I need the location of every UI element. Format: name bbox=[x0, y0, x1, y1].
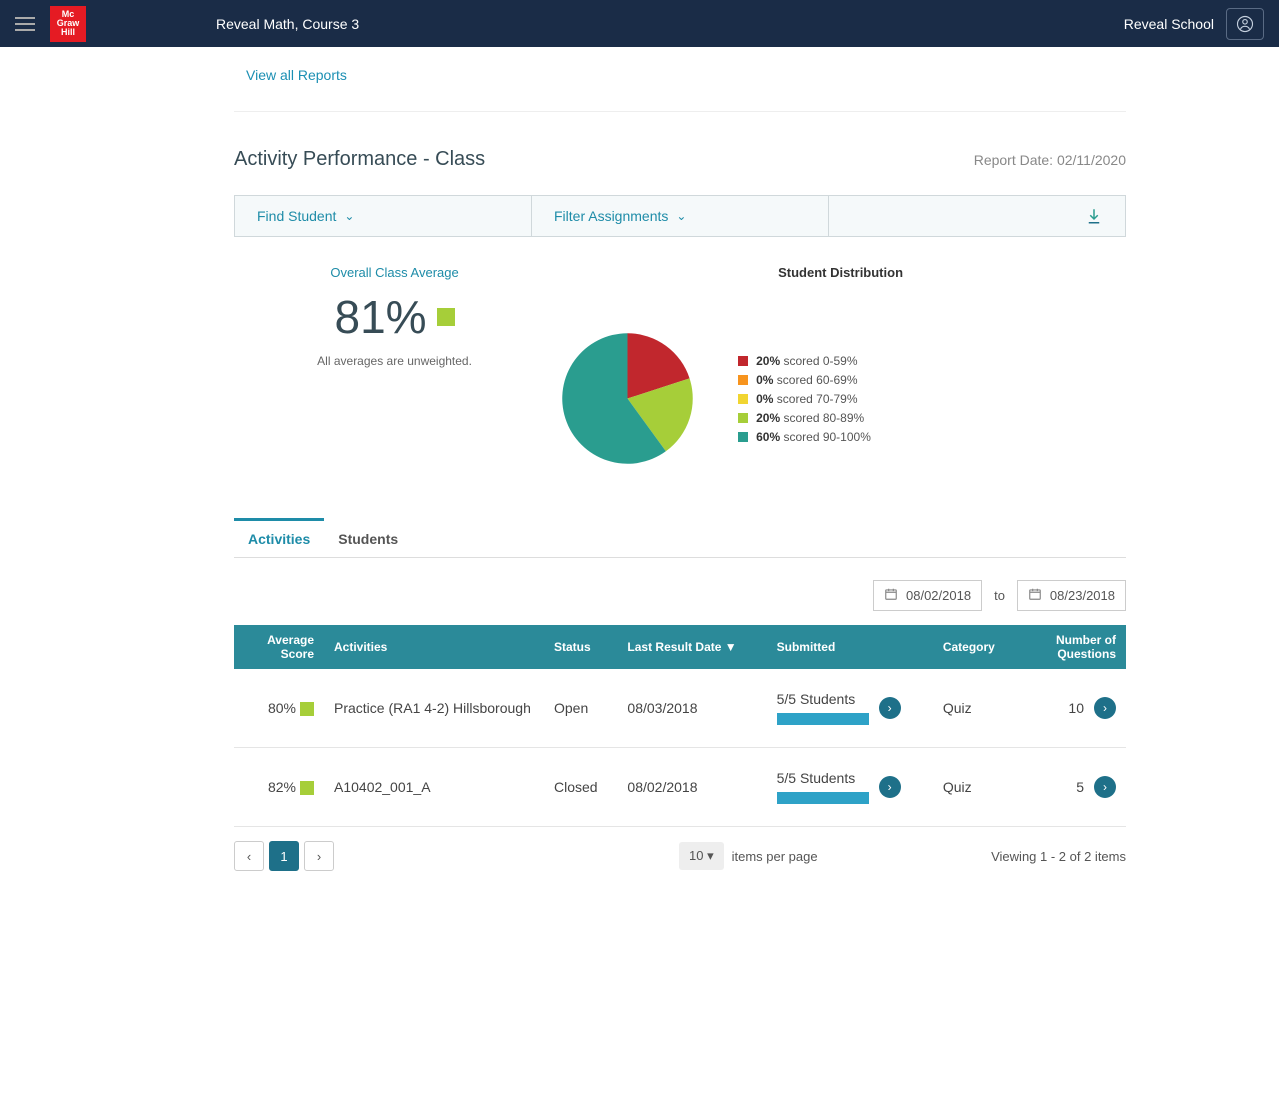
find-student-label: Find Student bbox=[257, 208, 336, 224]
date-from-input[interactable]: 08/02/2018 bbox=[873, 580, 982, 611]
avg-value: 81% bbox=[335, 290, 427, 344]
legend-item: 60% scored 90-100% bbox=[738, 430, 871, 444]
divider bbox=[234, 111, 1126, 112]
chevron-down-icon: ⌄ bbox=[344, 209, 354, 223]
find-student-dropdown[interactable]: Find Student ⌄ bbox=[235, 196, 532, 236]
score-color-square bbox=[300, 781, 314, 795]
col-last-result[interactable]: Last Result Date ▼ bbox=[617, 625, 766, 669]
col-avg-score[interactable]: Average Score bbox=[234, 625, 324, 669]
col-num-questions[interactable]: Number of Questions bbox=[1016, 625, 1126, 669]
cell-submitted: 5/5 Students › bbox=[767, 748, 933, 827]
items-per-page-label: items per page bbox=[732, 849, 818, 864]
cell-category: Quiz bbox=[933, 669, 1016, 748]
cell-score: 80% bbox=[234, 669, 324, 748]
menu-icon[interactable] bbox=[15, 17, 35, 31]
distribution-block: Student Distribution 20% scored 0-59% 0% … bbox=[555, 265, 1126, 471]
filter-assignments-dropdown[interactable]: Filter Assignments ⌄ bbox=[532, 196, 829, 236]
legend-text: 0% scored 60-69% bbox=[756, 373, 857, 387]
legend-color-square bbox=[738, 375, 748, 385]
legend-item: 20% scored 0-59% bbox=[738, 354, 871, 368]
legend-item: 0% scored 70-79% bbox=[738, 392, 871, 406]
legend-text: 20% scored 0-59% bbox=[756, 354, 857, 368]
legend-color-square bbox=[738, 432, 748, 442]
table-row: 80% Practice (RA1 4-2) Hillsborough Open… bbox=[234, 669, 1126, 748]
tab-activities[interactable]: Activities bbox=[234, 518, 324, 557]
calendar-icon bbox=[1028, 587, 1042, 604]
cell-status: Closed bbox=[544, 748, 617, 827]
col-category[interactable]: Category bbox=[933, 625, 1016, 669]
score-color-square bbox=[300, 702, 314, 716]
legend-text: 20% scored 80-89% bbox=[756, 411, 864, 425]
cell-questions: 5› bbox=[1016, 748, 1126, 827]
school-name: Reveal School bbox=[1124, 16, 1214, 32]
download-icon bbox=[1085, 207, 1103, 225]
calendar-icon bbox=[884, 587, 898, 604]
cell-date: 08/03/2018 bbox=[617, 669, 766, 748]
avg-note: All averages are unweighted. bbox=[234, 354, 555, 368]
main-content: View all Reports Activity Performance - … bbox=[220, 47, 1140, 911]
submitted-bar bbox=[777, 713, 869, 725]
legend-color-square bbox=[738, 356, 748, 366]
logo-text: Hill bbox=[61, 28, 75, 37]
page-1-button[interactable]: 1 bbox=[269, 841, 299, 871]
legend-color-square bbox=[738, 413, 748, 423]
avg-color-square bbox=[437, 308, 455, 326]
summary-section: Overall Class Average 81% All averages a… bbox=[234, 265, 1126, 471]
date-to-label: to bbox=[994, 588, 1005, 603]
date-range-row: 08/02/2018 to 08/23/2018 bbox=[234, 580, 1126, 611]
col-status[interactable]: Status bbox=[544, 625, 617, 669]
submitted-bar bbox=[777, 792, 869, 804]
download-button[interactable] bbox=[829, 196, 1125, 236]
cell-date: 08/02/2018 bbox=[617, 748, 766, 827]
user-menu-button[interactable] bbox=[1226, 8, 1264, 40]
col-activities[interactable]: Activities bbox=[324, 625, 544, 669]
cell-questions: 10› bbox=[1016, 669, 1126, 748]
view-all-reports-link[interactable]: View all Reports bbox=[246, 67, 347, 83]
viewing-text: Viewing 1 - 2 of 2 items bbox=[991, 849, 1126, 864]
cell-activity[interactable]: A10402_001_A bbox=[324, 748, 544, 827]
legend-item: 0% scored 60-69% bbox=[738, 373, 871, 387]
chart-legend: 20% scored 0-59% 0% scored 60-69% 0% score… bbox=[738, 349, 871, 449]
col-submitted[interactable]: Submitted bbox=[767, 625, 933, 669]
legend-color-square bbox=[738, 394, 748, 404]
pagination: ‹ 1 › 10 ▾ items per page Viewing 1 - 2 … bbox=[234, 841, 1126, 871]
course-title: Reveal Math, Course 3 bbox=[216, 16, 359, 32]
mcgrawhill-logo[interactable]: Mc Graw Hill bbox=[50, 6, 86, 42]
legend-text: 0% scored 70-79% bbox=[756, 392, 857, 406]
cell-score: 82% bbox=[234, 748, 324, 827]
row-detail-button[interactable]: › bbox=[1094, 697, 1116, 719]
cell-activity[interactable]: Practice (RA1 4-2) Hillsborough bbox=[324, 669, 544, 748]
filter-bar: Find Student ⌄ Filter Assignments ⌄ bbox=[234, 195, 1126, 237]
chevron-down-icon: ⌄ bbox=[676, 209, 686, 223]
legend-item: 20% scored 80-89% bbox=[738, 411, 871, 425]
date-to-value: 08/23/2018 bbox=[1050, 588, 1115, 603]
cell-status: Open bbox=[544, 669, 617, 748]
items-per-page-select[interactable]: 10 ▾ bbox=[679, 842, 724, 870]
report-date: Report Date: 02/11/2020 bbox=[974, 152, 1126, 168]
date-to-input[interactable]: 08/23/2018 bbox=[1017, 580, 1126, 611]
page-title: Activity Performance - Class bbox=[234, 148, 485, 171]
pie-chart bbox=[555, 326, 700, 471]
legend-text: 60% scored 90-100% bbox=[756, 430, 871, 444]
avg-value-row: 81% bbox=[335, 290, 455, 344]
tab-students[interactable]: Students bbox=[324, 521, 412, 557]
avg-label: Overall Class Average bbox=[234, 265, 555, 280]
row-detail-button[interactable]: › bbox=[1094, 776, 1116, 798]
page-next-button[interactable]: › bbox=[304, 841, 334, 871]
tabs: Activities Students bbox=[234, 521, 1126, 558]
submitted-detail-button[interactable]: › bbox=[879, 776, 901, 798]
filter-assignments-label: Filter Assignments bbox=[554, 208, 668, 224]
cell-submitted: 5/5 Students › bbox=[767, 669, 933, 748]
date-from-value: 08/02/2018 bbox=[906, 588, 971, 603]
app-header: Mc Graw Hill Reveal Math, Course 3 Revea… bbox=[0, 0, 1279, 47]
class-average-block: Overall Class Average 81% All averages a… bbox=[234, 265, 555, 368]
page-prev-button[interactable]: ‹ bbox=[234, 841, 264, 871]
distribution-title: Student Distribution bbox=[778, 265, 903, 280]
activities-table: Average Score Activities Status Last Res… bbox=[234, 625, 1126, 827]
submitted-detail-button[interactable]: › bbox=[879, 697, 901, 719]
cell-category: Quiz bbox=[933, 748, 1016, 827]
table-row: 82% A10402_001_A Closed 08/02/2018 5/5 S… bbox=[234, 748, 1126, 827]
user-icon bbox=[1236, 15, 1254, 33]
